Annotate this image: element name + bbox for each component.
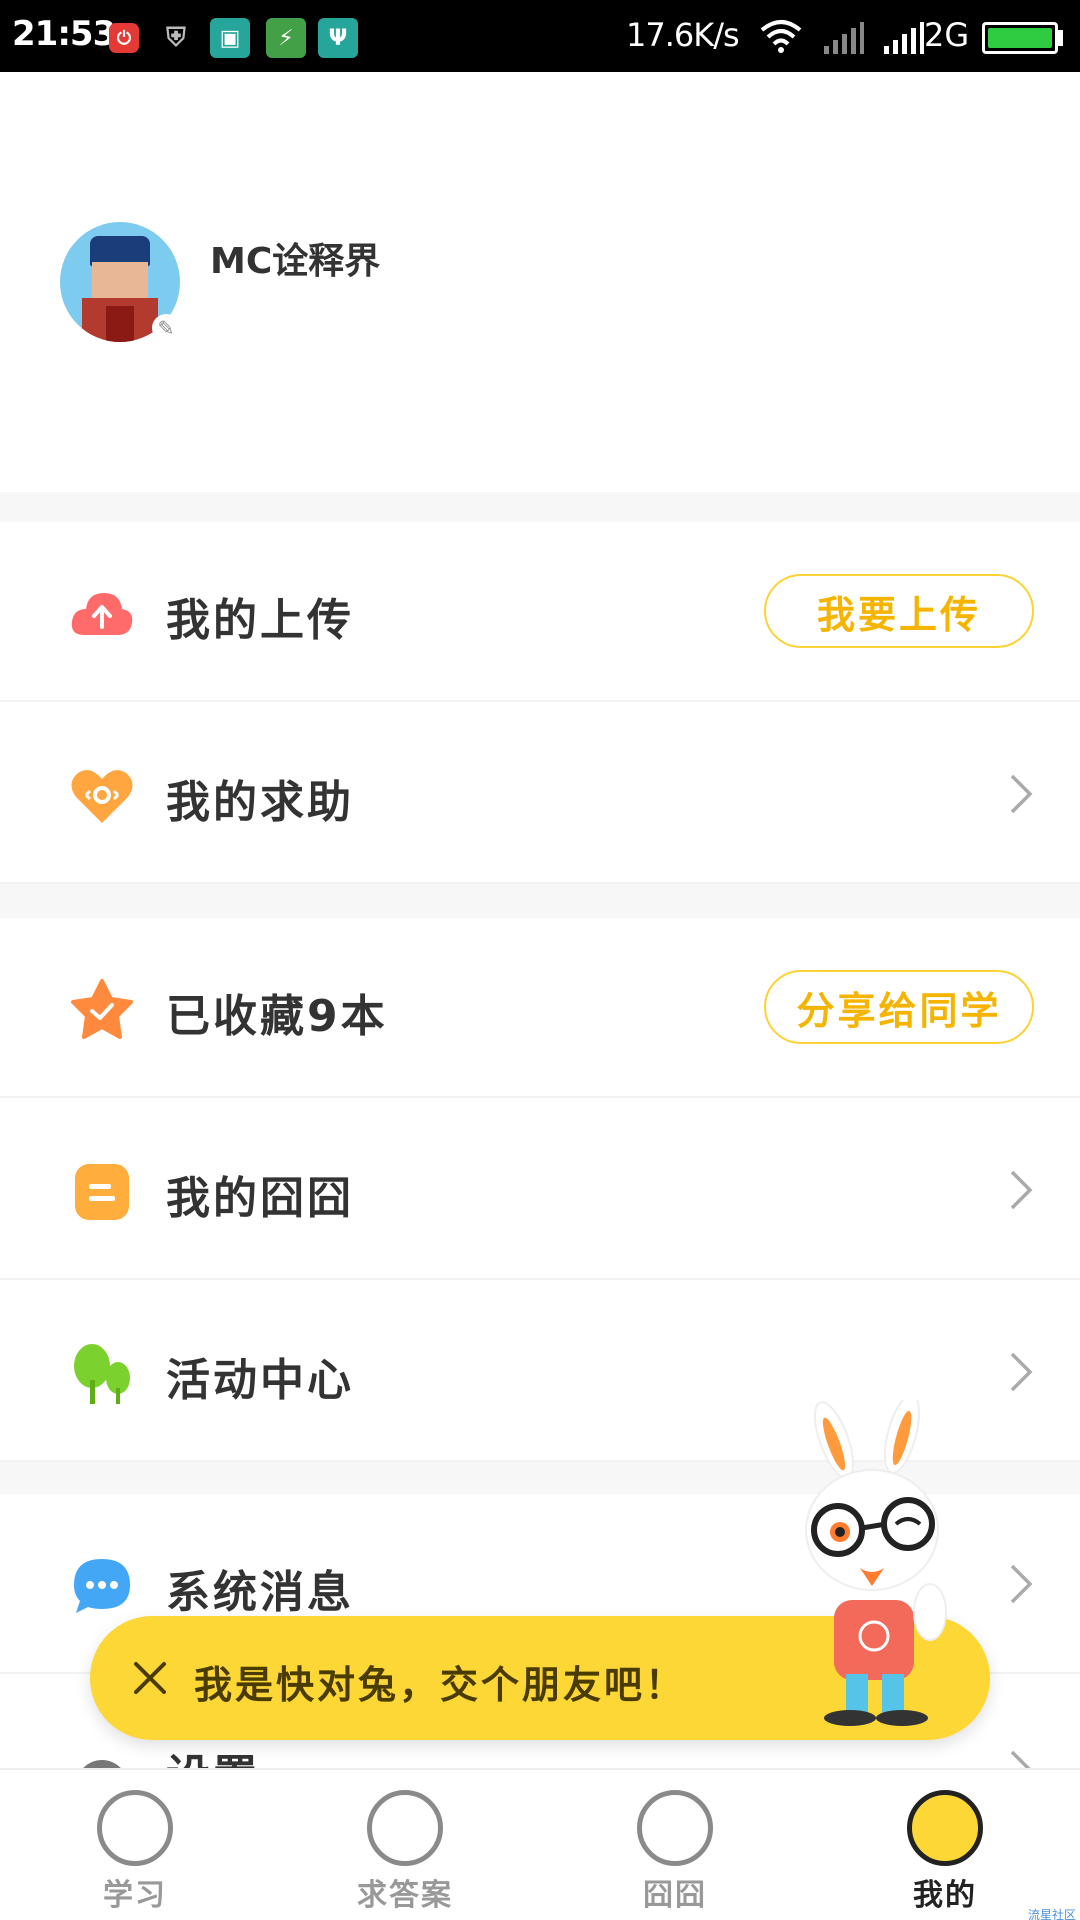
lightbulb-icon [97, 1790, 173, 1866]
profile-header: ✎ MC诠释界 [0, 72, 1080, 492]
bottom-nav: 学习 求答案 囧囧 我的 [0, 1768, 1080, 1920]
note-icon [70, 1160, 134, 1224]
menu-row-favorites[interactable]: 已收藏9本 分享给同学 [0, 918, 1080, 1098]
nav-label: 学习 [103, 1878, 167, 1913]
rabbit-mascot-icon[interactable] [790, 1400, 970, 1740]
menu-label-favorites: 已收藏9本 [166, 991, 388, 1042]
share-button[interactable]: 分享给同学 [764, 970, 1034, 1044]
menu-label-messages: 系统消息 [166, 1567, 354, 1618]
nav-item-mine[interactable]: 我的 [810, 1770, 1080, 1920]
chevron-right-icon [1010, 1564, 1033, 1604]
trees-icon [70, 1342, 134, 1406]
menu-label-activity: 活动中心 [166, 1355, 354, 1406]
chat-bubble-icon [70, 1554, 134, 1618]
nav-item-answers[interactable]: 求答案 [270, 1770, 540, 1920]
battery-icon [982, 22, 1058, 54]
signal-icon [824, 22, 864, 54]
nav-item-jiongjiong[interactable]: 囧囧 [540, 1770, 810, 1920]
menu-label-jiongjiong: 我的囧囧 [166, 1173, 354, 1224]
close-icon[interactable] [124, 1652, 176, 1704]
toast-message: 我是快对兔，交个朋友吧！ [194, 1663, 687, 1707]
menu-label-help: 我的求助 [166, 777, 354, 828]
nav-item-study[interactable]: 学习 [0, 1770, 270, 1920]
section-divider [0, 492, 1080, 522]
net-speed: 17.6K/s [626, 16, 740, 54]
battery-tip [1058, 30, 1063, 46]
heart-eye-icon [70, 764, 134, 828]
cloud-upload-icon [70, 582, 134, 646]
status-time: 21:53 [12, 14, 116, 54]
network-type: 2G [924, 16, 970, 54]
status-bar: 21:53 ⏻ ⛨ ▣ ⚡ Ψ 17.6K/s 2G [0, 0, 1080, 72]
battery-app-icon: ⚡ [266, 18, 306, 58]
section-divider [0, 884, 1080, 918]
menu-row-help[interactable]: 我的求助 [0, 704, 1080, 884]
chevron-right-icon [1010, 1170, 1033, 1210]
nav-label: 囧囧 [643, 1878, 707, 1913]
nav-label: 求答案 [357, 1878, 453, 1913]
rabbit-icon [907, 1790, 983, 1866]
watermark: 流星社区 [1028, 1908, 1077, 1920]
screenshot-icon: ▣ [210, 18, 250, 58]
target-icon [367, 1790, 443, 1866]
chevron-right-icon [1010, 774, 1033, 814]
signal-icon [884, 22, 924, 54]
star-check-icon [70, 978, 134, 1042]
carrot-icon [637, 1790, 713, 1866]
chevron-right-icon [1010, 1352, 1033, 1392]
alarm-app-icon: ⏻ [104, 18, 144, 58]
upload-button[interactable]: 我要上传 [764, 574, 1034, 648]
menu-row-upload[interactable]: 我的上传 我要上传 [0, 522, 1080, 702]
usb-icon: Ψ [318, 18, 358, 58]
wifi-icon [760, 20, 802, 53]
username[interactable]: MC诠释界 [210, 232, 380, 284]
pencil-icon[interactable]: ✎ [152, 314, 180, 342]
shield-icon: ⛨ [166, 22, 186, 53]
menu-row-jiongjiong[interactable]: 我的囧囧 [0, 1100, 1080, 1280]
menu-label-upload: 我的上传 [166, 595, 354, 646]
